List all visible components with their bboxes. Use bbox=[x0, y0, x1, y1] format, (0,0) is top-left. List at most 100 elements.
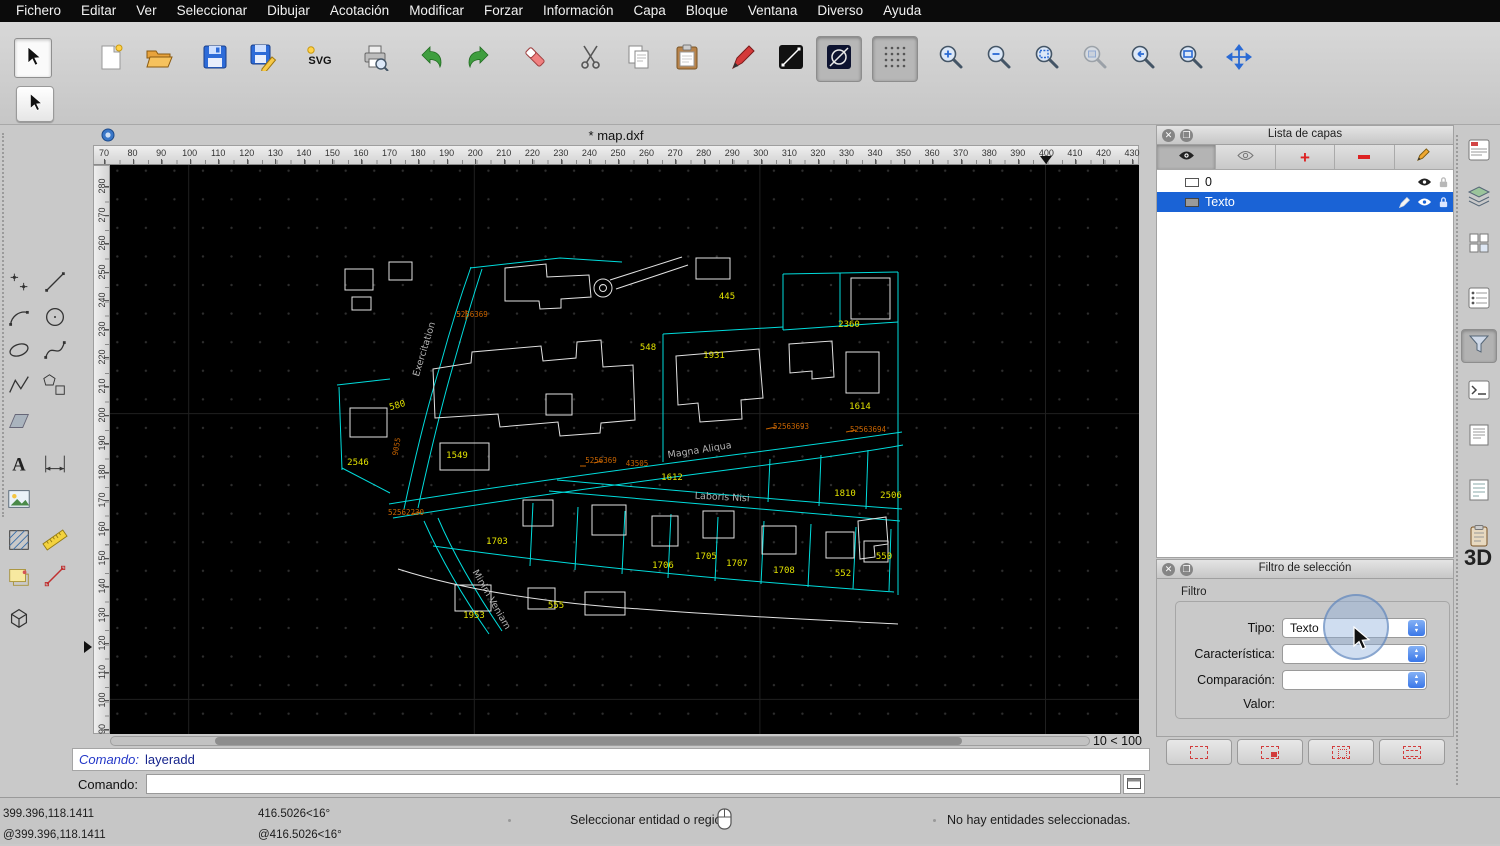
undo-button[interactable] bbox=[408, 36, 454, 82]
save-as-button[interactable] bbox=[240, 36, 286, 82]
grid-toggle-button[interactable] bbox=[872, 36, 918, 82]
polyline-tool-button[interactable] bbox=[1, 370, 36, 404]
layer-visible-icon[interactable] bbox=[1417, 177, 1432, 187]
menu-item-ventana[interactable]: Ventana bbox=[738, 0, 808, 22]
command-input[interactable] bbox=[145, 774, 1121, 794]
map-drawing[interactable]: 445 2360 548 1931 1614 580 2546 1549 1612 1810 250… bbox=[110, 165, 1139, 734]
remove-layer-button[interactable] bbox=[1335, 145, 1395, 169]
stepper-arrows-icon[interactable]: ▲ ▼ bbox=[1408, 672, 1425, 688]
scrollbar-thumb[interactable] bbox=[215, 737, 962, 745]
pattern-tool-button[interactable] bbox=[1, 525, 36, 559]
ruler-icon bbox=[41, 527, 68, 558]
stepper-arrows-icon[interactable]: ▲ ▼ bbox=[1408, 646, 1425, 662]
menu-item-editar[interactable]: Editar bbox=[71, 0, 126, 22]
arc-tool-button[interactable] bbox=[1, 302, 36, 336]
current-action-button[interactable] bbox=[16, 86, 54, 122]
command-row: Comando: bbox=[72, 771, 1150, 797]
menu-item-ver[interactable]: Ver bbox=[126, 0, 166, 22]
survey-id-label: 43505 bbox=[626, 459, 649, 468]
dimension-tool-button[interactable] bbox=[37, 449, 72, 483]
command-options-button[interactable] bbox=[1122, 774, 1145, 794]
line-tool-button[interactable] bbox=[37, 267, 72, 301]
measure-tool-button[interactable] bbox=[37, 525, 72, 559]
vruler-tick bbox=[104, 528, 109, 530]
lineweight-button[interactable] bbox=[768, 36, 814, 82]
paste-button[interactable] bbox=[664, 36, 710, 82]
block-list-panel-button[interactable] bbox=[1461, 228, 1497, 262]
hatch-tool-button[interactable] bbox=[1, 406, 36, 440]
cut-button[interactable] bbox=[568, 36, 614, 82]
menu-item-ayuda[interactable]: Ayuda bbox=[873, 0, 931, 22]
add-layer-button[interactable]: + bbox=[1276, 145, 1336, 169]
hruler-tick-label: 260 bbox=[639, 148, 655, 158]
modify-tool-button[interactable] bbox=[37, 561, 72, 595]
svg-export-button[interactable]: SVG bbox=[296, 36, 342, 82]
menu-item-forzar[interactable]: Forzar bbox=[474, 0, 533, 22]
command-line-panel-button[interactable] bbox=[1461, 375, 1497, 409]
layer-list-panel-button[interactable] bbox=[1461, 182, 1497, 216]
previous-view-button[interactable] bbox=[1120, 36, 1166, 82]
parcel-number-label: 1810 bbox=[834, 489, 856, 499]
shape-lib-button[interactable] bbox=[1, 561, 36, 595]
image-tool-button[interactable] bbox=[1, 484, 36, 518]
print-preview-button[interactable] bbox=[352, 36, 398, 82]
horizontal-scrollbar[interactable] bbox=[110, 736, 1090, 746]
intersect-selection-button[interactable] bbox=[1379, 739, 1445, 765]
menu-item-seleccionar[interactable]: Seleccionar bbox=[167, 0, 258, 22]
strip-grip[interactable] bbox=[1456, 135, 1458, 785]
zoom-selection-button[interactable] bbox=[1072, 36, 1118, 82]
save-button[interactable] bbox=[192, 36, 238, 82]
filter-comp-combo[interactable]: ▲ ▼ bbox=[1282, 670, 1427, 690]
apply-filter-select-button[interactable] bbox=[1166, 739, 1232, 765]
zoom-out-button[interactable] bbox=[976, 36, 1022, 82]
library-browser-panel-button[interactable] bbox=[1461, 283, 1497, 317]
view-list-panel-button[interactable] bbox=[1461, 420, 1497, 454]
svg-icon: SVG bbox=[305, 43, 333, 76]
property-editor-panel-button[interactable] bbox=[1461, 135, 1497, 169]
zoom-window-button[interactable] bbox=[1168, 36, 1214, 82]
menu-item-acotacion[interactable]: Acotación bbox=[320, 0, 399, 22]
stepper-arrows-icon[interactable]: ▲ ▼ bbox=[1408, 620, 1425, 636]
hruler-tick bbox=[1017, 159, 1019, 164]
menu-item-dibujar[interactable]: Dibujar bbox=[257, 0, 320, 22]
add-to-selection-button[interactable] bbox=[1237, 739, 1303, 765]
layer-row-texto[interactable]: Texto bbox=[1157, 192, 1453, 212]
iso-view-button[interactable] bbox=[1, 603, 36, 637]
point-tool-button[interactable] bbox=[1, 267, 36, 301]
spline-tool-button[interactable] bbox=[37, 335, 72, 369]
delete-button[interactable] bbox=[512, 36, 558, 82]
redo-button[interactable] bbox=[456, 36, 502, 82]
layer-row-0[interactable]: 0 bbox=[1157, 172, 1453, 192]
circle-tool-button[interactable] bbox=[37, 302, 72, 336]
zoom-in-button[interactable] bbox=[928, 36, 974, 82]
sheet-panel-button[interactable] bbox=[1461, 475, 1497, 509]
draft-mode-button[interactable] bbox=[816, 36, 862, 82]
edit-layer-button[interactable] bbox=[1395, 145, 1453, 169]
new-file-button[interactable] bbox=[88, 36, 134, 82]
selection-filter-panel-button[interactable] bbox=[1461, 329, 1497, 363]
layer-visible-icon[interactable] bbox=[1417, 197, 1432, 207]
hide-all-layers-button[interactable] bbox=[1216, 145, 1276, 169]
auto-zoom-button[interactable] bbox=[1024, 36, 1070, 82]
menu-item-capa[interactable]: Capa bbox=[624, 0, 676, 22]
layer-lock-icon[interactable] bbox=[1438, 196, 1449, 209]
show-all-layers-button[interactable] bbox=[1157, 145, 1217, 169]
menu-item-informacion[interactable]: Información bbox=[533, 0, 624, 22]
layer-lock-icon[interactable] bbox=[1438, 176, 1449, 189]
remove-from-selection-button[interactable] bbox=[1308, 739, 1374, 765]
selection-tool-button[interactable] bbox=[14, 38, 52, 78]
pan-button[interactable] bbox=[1216, 36, 1262, 82]
layer-edit-icon[interactable] bbox=[1398, 196, 1411, 209]
edit-properties-button[interactable] bbox=[720, 36, 766, 82]
menu-item-diverso[interactable]: Diverso bbox=[807, 0, 873, 22]
polygon-tool-button[interactable] bbox=[37, 370, 72, 404]
hruler-tick-label: 100 bbox=[182, 148, 198, 158]
copy-button[interactable] bbox=[616, 36, 662, 82]
menu-item-fichero[interactable]: Fichero bbox=[6, 0, 71, 22]
text-tool-button[interactable]: A bbox=[1, 449, 36, 483]
open-file-button[interactable] bbox=[136, 36, 182, 82]
ellipse-tool-button[interactable] bbox=[1, 335, 36, 369]
menu-item-bloque[interactable]: Bloque bbox=[676, 0, 738, 22]
menu-item-modificar[interactable]: Modificar bbox=[399, 0, 474, 22]
drawing-area[interactable]: 445 2360 548 1931 1614 580 2546 1549 1612 1810 250… bbox=[110, 165, 1139, 734]
